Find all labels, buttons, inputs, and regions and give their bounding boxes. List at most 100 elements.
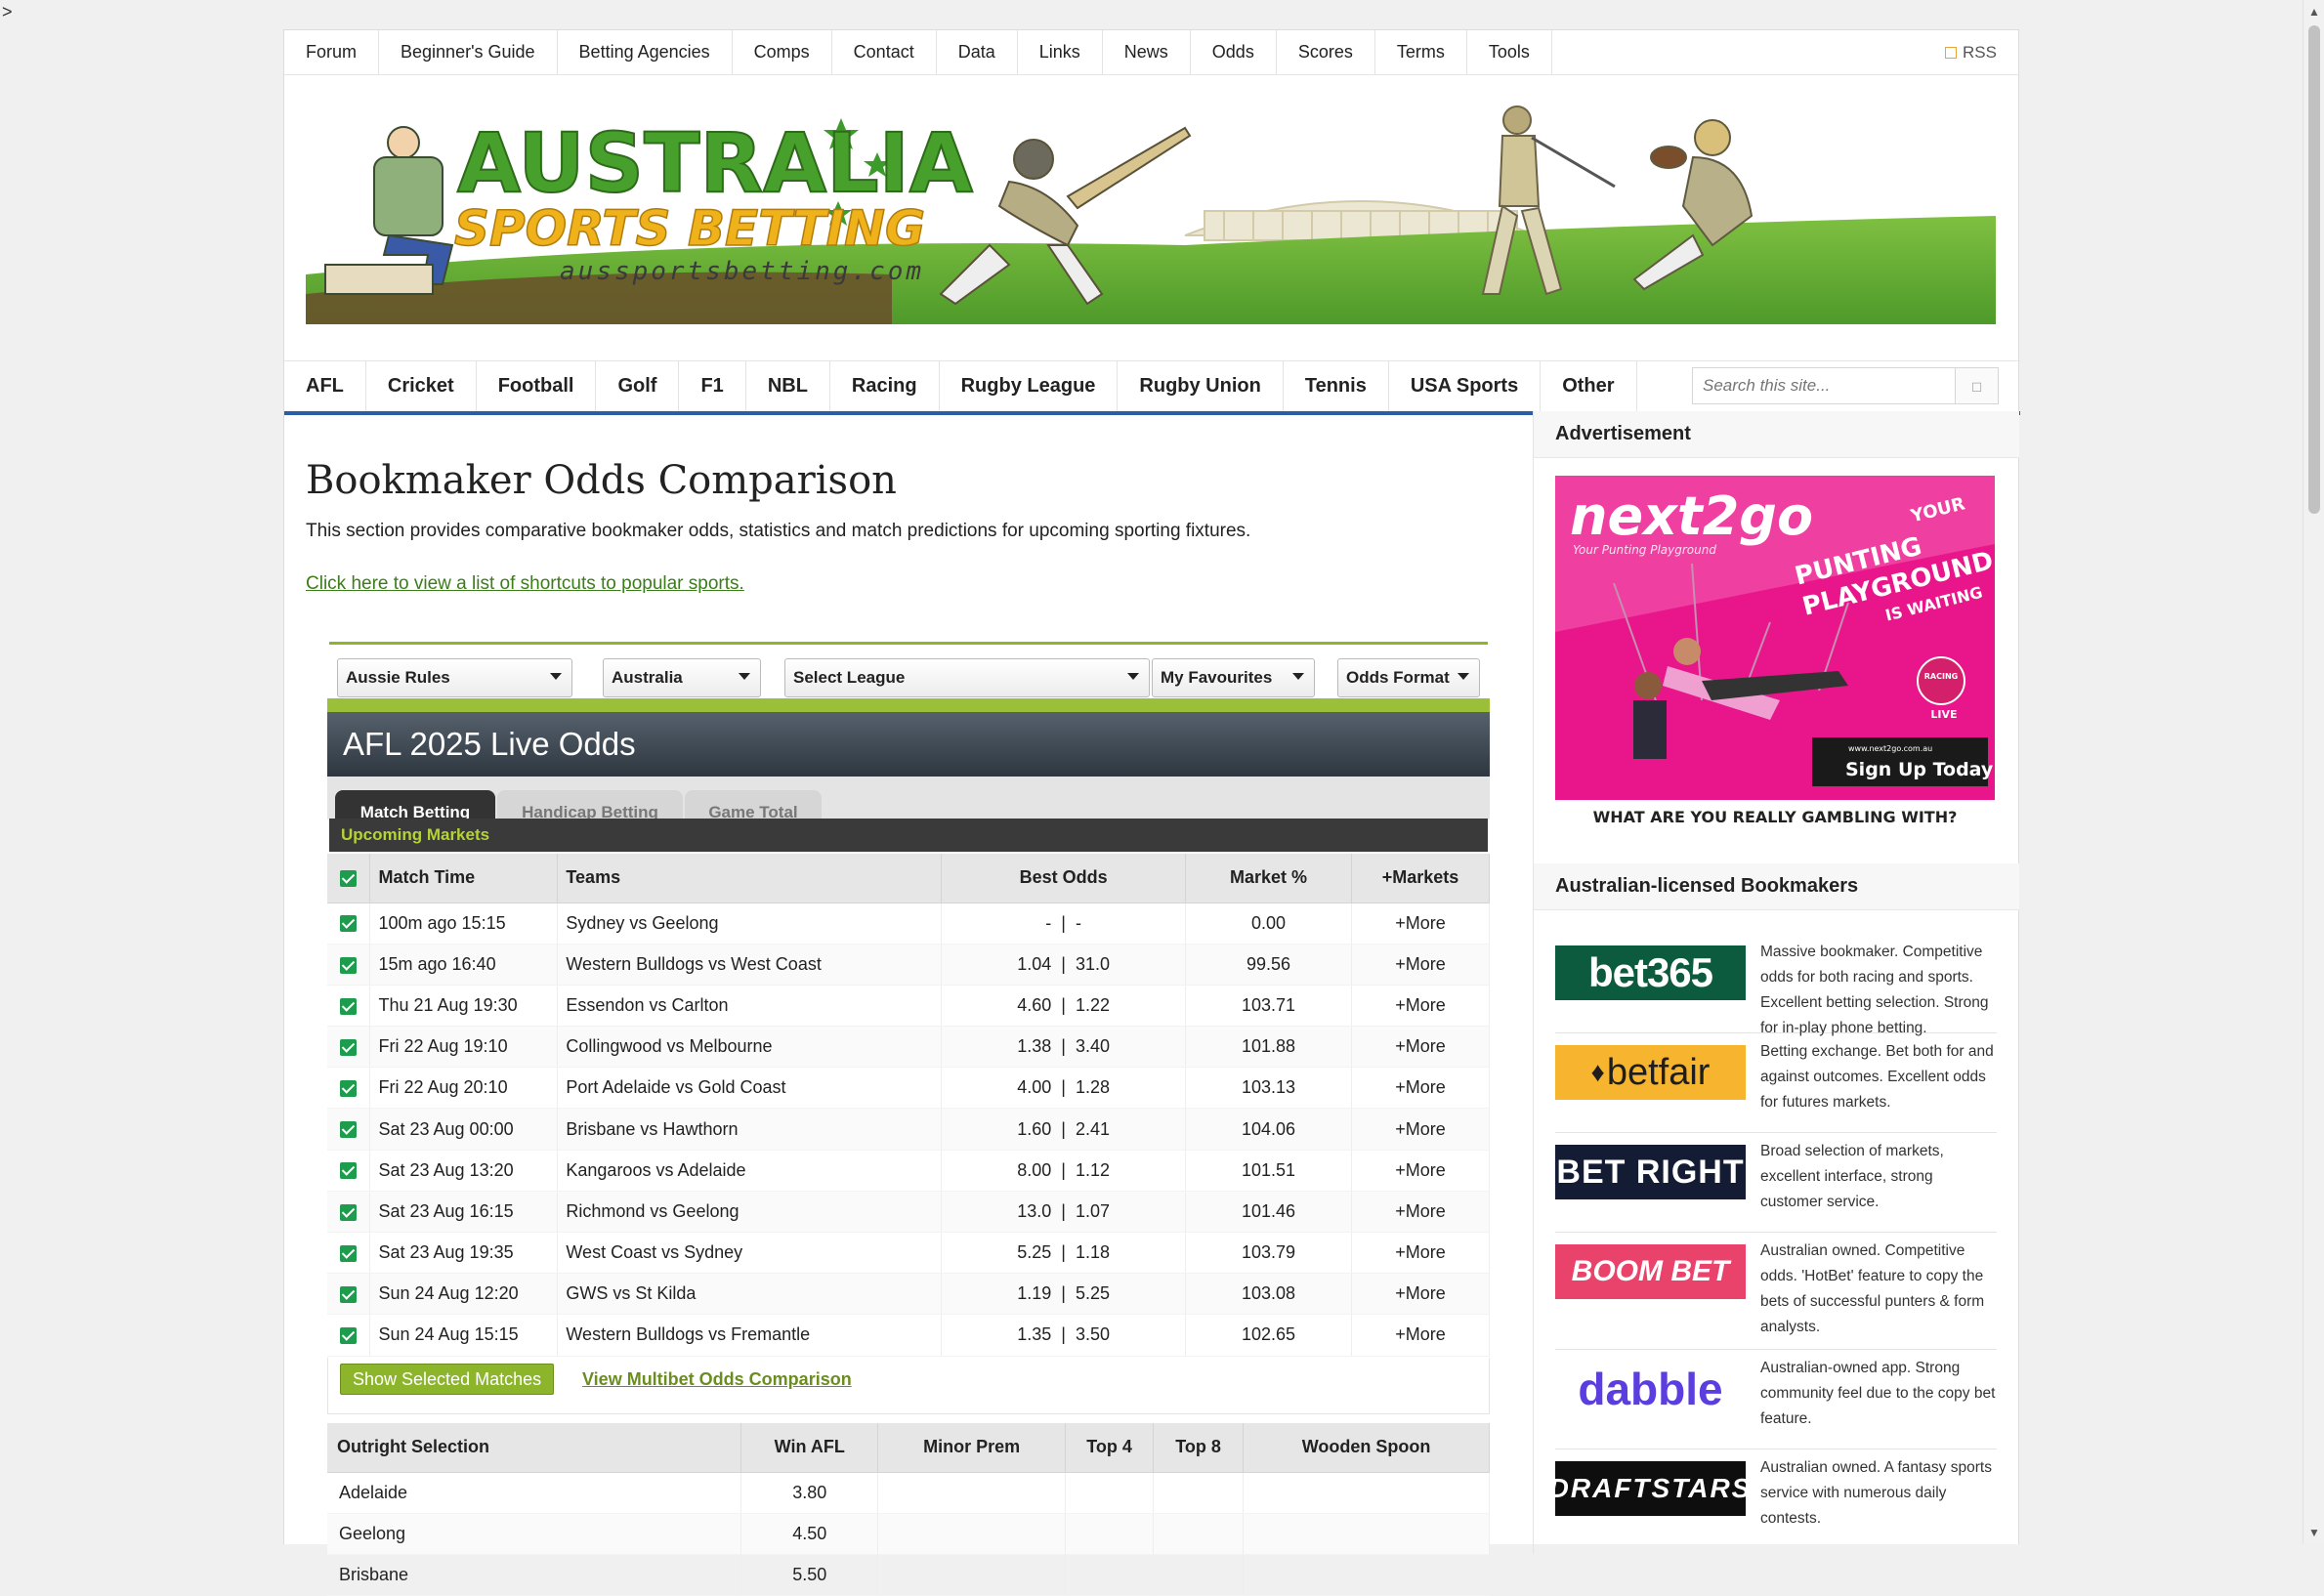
dabble-logo[interactable]: dabble bbox=[1555, 1362, 1746, 1416]
outright-win-odds[interactable]: 3.80 bbox=[740, 1472, 879, 1514]
odds-away[interactable]: - bbox=[1076, 913, 1081, 933]
match-more-markets-link[interactable]: +More bbox=[1351, 903, 1491, 945]
match-more-markets-link[interactable]: +More bbox=[1351, 1191, 1491, 1234]
betright-logo[interactable]: BET RIGHT bbox=[1555, 1145, 1746, 1199]
match-row[interactable]: Fri 22 Aug 20:10 Port Adelaide vs Gold Co… bbox=[327, 1067, 1491, 1110]
col-wooden-spoon[interactable]: Wooden Spoon bbox=[1243, 1423, 1490, 1473]
sportnav-rugby-league[interactable]: Rugby League bbox=[940, 361, 1119, 411]
odds-home[interactable]: 1.35 bbox=[1017, 1324, 1051, 1344]
match-checkbox[interactable] bbox=[327, 1314, 371, 1357]
sport-select[interactable]: Aussie Rules bbox=[337, 658, 572, 697]
match-teams[interactable]: West Coast vs Sydney bbox=[557, 1232, 943, 1275]
col-top-4[interactable]: Top 4 bbox=[1065, 1423, 1155, 1473]
col-minor-prem[interactable]: Minor Prem bbox=[877, 1423, 1067, 1473]
sportnav-afl[interactable]: AFL bbox=[284, 361, 366, 411]
outright-win-odds[interactable]: 4.50 bbox=[740, 1513, 879, 1555]
scroll-thumb[interactable] bbox=[2308, 25, 2320, 514]
rss-link[interactable]: RSS bbox=[1945, 30, 1997, 75]
match-teams[interactable]: Essendon vs Carlton bbox=[557, 985, 943, 1028]
sportnav-f1[interactable]: F1 bbox=[679, 361, 746, 411]
match-teams[interactable]: Richmond vs Geelong bbox=[557, 1191, 943, 1234]
odds-away[interactable]: 5.25 bbox=[1076, 1283, 1110, 1303]
match-checkbox[interactable] bbox=[327, 944, 371, 986]
topnav-odds[interactable]: Odds bbox=[1191, 30, 1277, 74]
match-more-markets-link[interactable]: +More bbox=[1351, 1108, 1491, 1151]
outright-win-odds[interactable]: 5.50 bbox=[740, 1554, 879, 1596]
topnav-links[interactable]: Links bbox=[1018, 30, 1103, 74]
sportnav-tennis[interactable]: Tennis bbox=[1284, 361, 1389, 411]
topnav-terms[interactable]: Terms bbox=[1375, 30, 1467, 74]
country-select[interactable]: Australia bbox=[603, 658, 761, 697]
col-teams[interactable]: Teams bbox=[557, 854, 943, 903]
match-row[interactable]: Sun 24 Aug 15:15 Western Bulldogs vs Frem… bbox=[327, 1314, 1491, 1357]
match-more-markets-link[interactable]: +More bbox=[1351, 944, 1491, 986]
match-checkbox[interactable] bbox=[327, 1026, 371, 1069]
scroll-down-arrow-icon[interactable]: ▼ bbox=[2308, 1527, 2320, 1538]
topnav-news[interactable]: News bbox=[1103, 30, 1191, 74]
search-input[interactable] bbox=[1693, 368, 1955, 403]
match-row[interactable]: Sat 23 Aug 16:15 Richmond vs Geelong 13.0 |… bbox=[327, 1191, 1491, 1234]
site-banner[interactable]: AUSTRALIA SPORTS BETTING aussportsbettin… bbox=[306, 99, 1996, 324]
odds-home[interactable]: - bbox=[1045, 913, 1051, 933]
match-row[interactable]: Fri 22 Aug 19:10 Collingwood vs Melbourne… bbox=[327, 1026, 1491, 1069]
match-more-markets-link[interactable]: +More bbox=[1351, 1150, 1491, 1192]
tab-game-total[interactable]: Game Total bbox=[685, 790, 822, 819]
sportnav-nbl[interactable]: NBL bbox=[746, 361, 830, 411]
match-teams[interactable]: Western Bulldogs vs West Coast bbox=[557, 944, 943, 986]
col-market-pct[interactable]: Market % bbox=[1185, 854, 1352, 903]
odds-home[interactable]: 4.60 bbox=[1017, 995, 1051, 1015]
match-teams[interactable]: Port Adelaide vs Gold Coast bbox=[557, 1067, 943, 1110]
col-outright-selection[interactable]: Outright Selection bbox=[327, 1423, 742, 1473]
scroll-up-arrow-icon[interactable]: ▲ bbox=[2308, 6, 2320, 18]
match-row[interactable]: Sat 23 Aug 19:35 West Coast vs Sydney 5.25… bbox=[327, 1232, 1491, 1275]
odds-home[interactable]: 4.00 bbox=[1017, 1077, 1051, 1097]
col-best-odds[interactable]: Best Odds bbox=[941, 854, 1187, 903]
match-row[interactable]: Sat 23 Aug 13:20 Kangaroos vs Adelaide 8.0… bbox=[327, 1150, 1491, 1192]
match-checkbox[interactable] bbox=[327, 1067, 371, 1110]
odds-away[interactable]: 1.18 bbox=[1076, 1242, 1110, 1262]
odds-away[interactable]: 1.07 bbox=[1076, 1201, 1110, 1221]
betfair-logo[interactable]: ♦ betfair bbox=[1555, 1045, 1746, 1100]
next2go-advertisement[interactable]: next2go Your Punting Playground YOUR PUN… bbox=[1555, 476, 1997, 837]
col-top-8[interactable]: Top 8 bbox=[1153, 1423, 1245, 1473]
topnav-betting-agencies[interactable]: Betting Agencies bbox=[558, 30, 733, 74]
match-row[interactable]: 15m ago 16:40 Western Bulldogs vs West Co… bbox=[327, 944, 1491, 986]
match-more-markets-link[interactable]: +More bbox=[1351, 1273, 1491, 1316]
col-match-time[interactable]: Match Time bbox=[369, 854, 559, 903]
match-row[interactable]: Sun 24 Aug 12:20 GWS vs St Kilda 1.19 | 5.25… bbox=[327, 1273, 1491, 1316]
select-all-checkbox[interactable] bbox=[327, 854, 371, 903]
match-more-markets-link[interactable]: +More bbox=[1351, 1232, 1491, 1275]
odds-away[interactable]: 1.28 bbox=[1076, 1077, 1110, 1097]
odds-home[interactable]: 5.25 bbox=[1017, 1242, 1051, 1262]
match-row[interactable]: Sat 23 Aug 00:00 Brisbane vs Hawthorn 1.60… bbox=[327, 1108, 1491, 1151]
tab-match-betting[interactable]: Match Betting bbox=[335, 790, 495, 819]
tab-handicap-betting[interactable]: Handicap Betting bbox=[497, 790, 683, 819]
sportnav-football[interactable]: Football bbox=[477, 361, 597, 411]
match-row[interactable]: Thu 21 Aug 19:30 Essendon vs Carlton 4.60 |… bbox=[327, 985, 1491, 1028]
topnav-beginners-guide[interactable]: Beginner's Guide bbox=[379, 30, 558, 74]
sportnav-golf[interactable]: Golf bbox=[596, 361, 680, 411]
match-teams[interactable]: Western Bulldogs vs Fremantle bbox=[557, 1314, 943, 1357]
match-more-markets-link[interactable]: +More bbox=[1351, 1067, 1491, 1110]
match-more-markets-link[interactable]: +More bbox=[1351, 985, 1491, 1028]
match-checkbox[interactable] bbox=[327, 985, 371, 1028]
odds-away[interactable]: 3.40 bbox=[1076, 1036, 1110, 1056]
topnav-tools[interactable]: Tools bbox=[1467, 30, 1552, 74]
odds-away[interactable]: 31.0 bbox=[1076, 954, 1110, 974]
league-select[interactable]: Select League bbox=[784, 658, 1150, 697]
match-row[interactable]: 100m ago 15:15 Sydney vs Geelong - | -0.00 +M… bbox=[327, 903, 1491, 945]
boombet-logo[interactable]: BOOM BET bbox=[1555, 1244, 1746, 1299]
odds-away[interactable]: 3.50 bbox=[1076, 1324, 1110, 1344]
match-checkbox[interactable] bbox=[327, 1108, 371, 1151]
multibet-comparison-link[interactable]: View Multibet Odds Comparison bbox=[582, 1369, 852, 1390]
odds-home[interactable]: 1.60 bbox=[1017, 1119, 1051, 1139]
topnav-comps[interactable]: Comps bbox=[733, 30, 832, 74]
odds-home[interactable]: 1.04 bbox=[1017, 954, 1051, 974]
sportnav-rugby-union[interactable]: Rugby Union bbox=[1118, 361, 1284, 411]
topnav-data[interactable]: Data bbox=[937, 30, 1018, 74]
show-selected-matches-button[interactable]: Show Selected Matches bbox=[340, 1364, 555, 1395]
topnav-contact[interactable]: Contact bbox=[832, 30, 937, 74]
odds-home[interactable]: 8.00 bbox=[1017, 1160, 1051, 1180]
odds-away[interactable]: 1.12 bbox=[1076, 1160, 1110, 1180]
match-teams[interactable]: Collingwood vs Melbourne bbox=[557, 1026, 943, 1069]
